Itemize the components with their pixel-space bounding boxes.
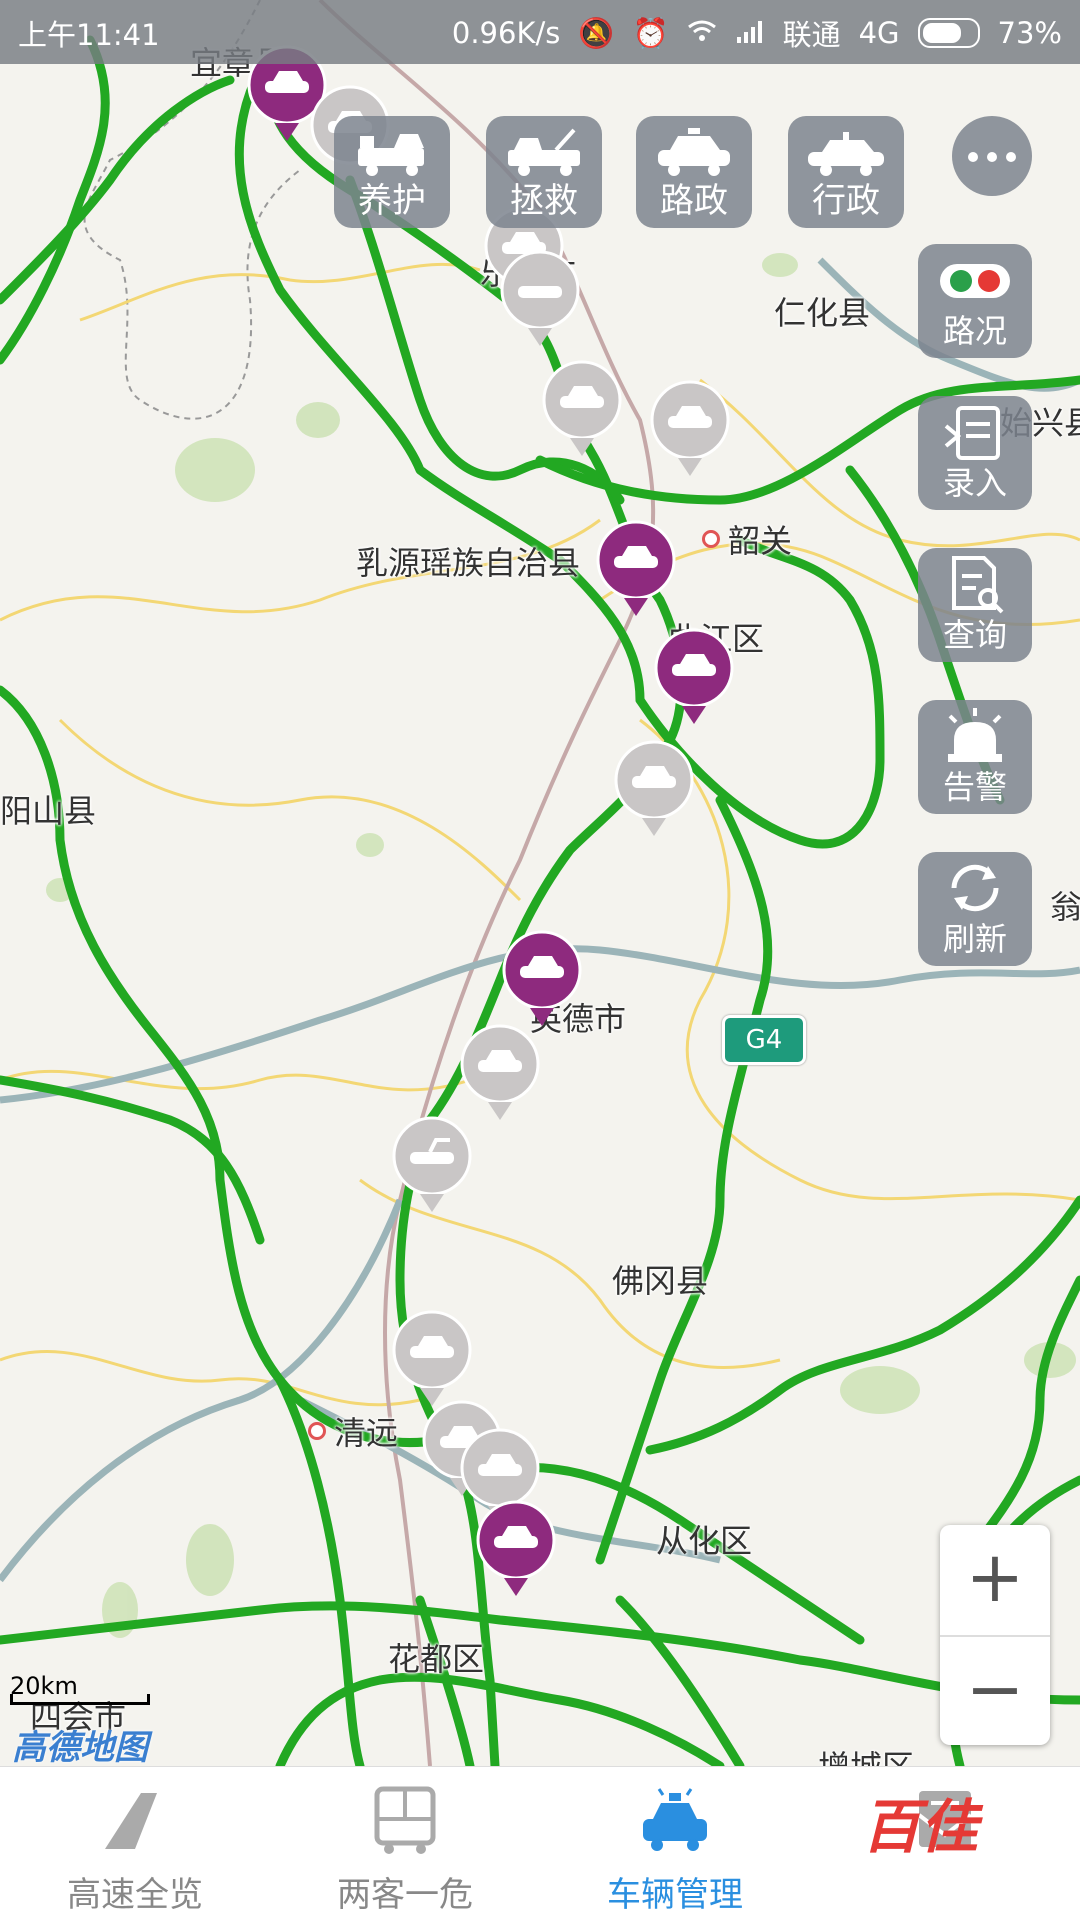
place-label: 韶关 <box>728 522 793 560</box>
police-car-icon <box>643 1788 707 1851</box>
vehicle-marker-active[interactable] <box>474 1500 558 1600</box>
entry-button[interactable]: 录入 <box>918 396 1032 510</box>
vehicle-marker-idle[interactable] <box>458 1024 542 1124</box>
entry-label: 录入 <box>942 464 1007 502</box>
road-admin-button[interactable]: 路政 <box>636 116 752 228</box>
vehicle-marker-idle[interactable] <box>390 1116 474 1216</box>
vehicle-marker-idle[interactable] <box>540 360 624 460</box>
status-carrier: 联通 <box>782 18 841 52</box>
zoom-in-button[interactable]: + <box>940 1525 1050 1633</box>
brand-watermark: 百佳 <box>862 1793 979 1861</box>
status-battery: 73% <box>997 16 1062 50</box>
map-provider-logo: 高德地图 <box>12 1728 148 1766</box>
place-label: 佛冈县 <box>612 1262 709 1300</box>
vehicle-marker-idle[interactable] <box>498 250 582 350</box>
place-label: 从化区 <box>656 1522 753 1560</box>
signal-icon <box>735 16 765 50</box>
maintenance-label: 养护 <box>358 181 426 221</box>
alarm-clock-icon: ⏰ <box>632 15 669 50</box>
entry-icon <box>944 406 1000 460</box>
vehicle-marker-idle[interactable] <box>612 740 696 840</box>
wifi-icon <box>687 16 717 50</box>
administration-label: 行政 <box>812 181 880 221</box>
refresh-icon <box>951 864 999 912</box>
place-label: 乳源瑶族自治县 <box>356 544 581 582</box>
vehicle-marker-active[interactable] <box>500 930 584 1030</box>
more-button[interactable] <box>952 116 1032 196</box>
tab-label: 高速全览 <box>67 1875 203 1915</box>
mute-icon: 🔕 <box>578 15 615 50</box>
more-dot <box>1006 152 1016 162</box>
place-label: 仁化县 <box>774 294 871 332</box>
tab-label: 两客一危 <box>337 1875 473 1915</box>
maintenance-button[interactable]: 养护 <box>334 116 450 228</box>
refresh-button[interactable]: 刷新 <box>918 852 1032 966</box>
city-dot <box>702 530 720 548</box>
administration-button[interactable]: 行政 <box>788 116 904 228</box>
road-admin-label: 路政 <box>660 181 728 221</box>
alarm-label: 告警 <box>942 768 1007 806</box>
place-label: 花都区 <box>388 1640 485 1678</box>
traffic-light-icon <box>940 264 1010 298</box>
place-label: 翁 <box>1050 888 1080 926</box>
battery-icon <box>917 18 980 48</box>
tab-vehicle-management[interactable]: 车辆管理 <box>540 1767 810 1921</box>
highway-badge: G4 <box>722 1015 806 1065</box>
more-dot <box>987 152 997 162</box>
tab-label: 车辆管理 <box>607 1875 743 1915</box>
query-label: 查询 <box>942 616 1007 654</box>
rescue-button[interactable]: 拯救 <box>486 116 602 228</box>
refresh-label: 刷新 <box>942 920 1007 958</box>
place-label: 阳山县 <box>0 792 97 830</box>
alarm-button[interactable]: 告警 <box>918 700 1032 814</box>
map-scale: 20km <box>10 1672 150 1705</box>
highway-icon <box>105 1793 157 1849</box>
traffic-label: 路况 <box>942 312 1007 350</box>
vehicle-marker-active[interactable] <box>652 628 736 728</box>
alarm-icon <box>948 708 1002 762</box>
zoom-control: + − <box>940 1525 1050 1745</box>
status-speed: 0.96K/s <box>451 16 561 50</box>
more-dot <box>968 152 978 162</box>
vehicle-marker-idle[interactable] <box>648 380 732 480</box>
query-button[interactable]: 查询 <box>918 548 1032 662</box>
vehicle-marker-idle[interactable] <box>390 1310 474 1410</box>
place-label: 增城区 <box>818 1742 914 1766</box>
traffic-button[interactable]: 路况 <box>918 244 1032 358</box>
city-dot <box>308 1422 326 1440</box>
map-scale-label: 20km <box>10 1672 78 1700</box>
status-bar: 上午11:41 0.96K/s 🔕 ⏰ 联通 4G 73% <box>0 0 1080 64</box>
query-icon <box>952 556 1004 614</box>
rescue-label: 拯救 <box>510 181 578 221</box>
tab-highway-overview[interactable]: 高速全览 <box>0 1767 270 1921</box>
status-time: 上午11:41 <box>18 18 160 52</box>
map-scale-bar <box>10 1694 150 1705</box>
zoom-out-button[interactable]: − <box>940 1637 1050 1745</box>
tab-passenger-hazard[interactable]: 两客一危 <box>270 1767 540 1921</box>
place-label: 清远 <box>334 1414 399 1452</box>
bus-icon <box>374 1786 436 1854</box>
vehicle-marker-active[interactable] <box>594 520 678 620</box>
status-network: 4G <box>858 16 900 50</box>
